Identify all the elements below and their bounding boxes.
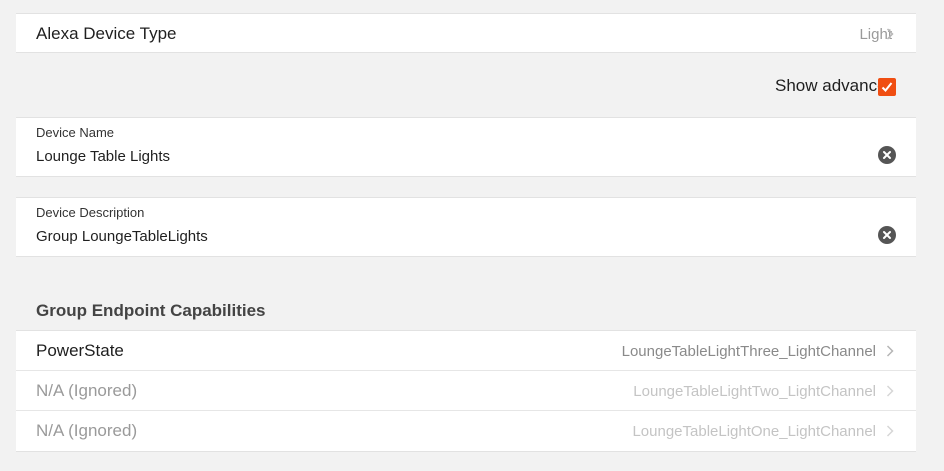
clear-circle-x-icon: [878, 146, 896, 164]
device-description-clear-button[interactable]: [878, 226, 896, 244]
capability-row[interactable]: N/A (Ignored) LoungeTableLightOne_LightC…: [16, 411, 916, 451]
device-description-label: Device Description: [36, 205, 144, 220]
capability-row[interactable]: N/A (Ignored) LoungeTableLightTwo_LightC…: [16, 371, 916, 411]
chevron-right-icon: [886, 385, 894, 397]
chevron-right-icon: [886, 28, 894, 40]
device-name-label: Device Name: [36, 125, 114, 140]
checkmark-icon: [880, 80, 894, 94]
group-endpoint-capabilities-title: Group Endpoint Capabilities: [36, 301, 266, 321]
capability-value: LoungeTableLightOne_LightChannel: [632, 423, 876, 440]
capability-value: LoungeTableLightTwo_LightChannel: [633, 383, 876, 400]
device-description-input[interactable]: [36, 228, 856, 245]
clear-circle-x-icon: [878, 226, 896, 244]
device-description-field: Device Description: [16, 197, 916, 257]
capability-row[interactable]: PowerState LoungeTableLightThree_LightCh…: [16, 331, 916, 371]
capability-name: PowerState: [36, 341, 124, 361]
device-name-input[interactable]: [36, 148, 856, 165]
settings-page: Alexa Device Type Light Show advanced De…: [0, 0, 944, 471]
chevron-right-icon: [886, 345, 894, 357]
capability-name: N/A (Ignored): [36, 421, 137, 441]
device-name-field: Device Name: [16, 117, 916, 177]
alexa-device-type-label: Alexa Device Type: [36, 24, 176, 44]
chevron-right-icon: [886, 425, 894, 437]
alexa-device-type-row[interactable]: Alexa Device Type Light: [16, 13, 916, 53]
capability-value: LoungeTableLightThree_LightChannel: [622, 343, 876, 360]
capabilities-list: PowerState LoungeTableLightThree_LightCh…: [16, 330, 916, 452]
show-advanced-checkbox[interactable]: [878, 78, 896, 96]
capability-name: N/A (Ignored): [36, 381, 137, 401]
device-name-clear-button[interactable]: [878, 146, 896, 164]
